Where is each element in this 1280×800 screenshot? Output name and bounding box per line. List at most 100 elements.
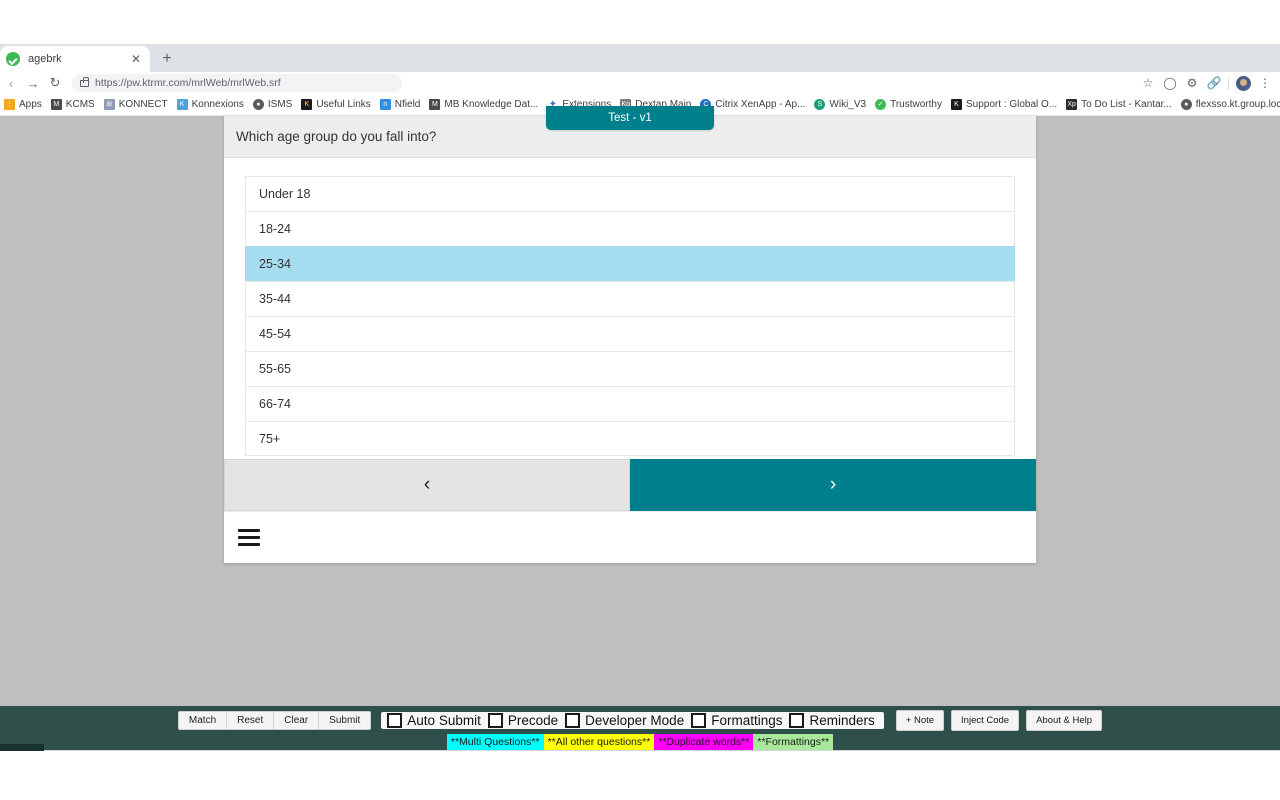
bookmark-item[interactable]: C Citrix XenApp - Ap...: [700, 99, 805, 110]
survey-header: Test - v1 Which age group do you fall in…: [224, 106, 1036, 158]
bookmark-label: To Do List - Kantar...: [1081, 99, 1172, 110]
bookmark-item[interactable]: n Nfield: [379, 99, 420, 110]
option-row[interactable]: Under 18: [245, 176, 1015, 211]
avatar[interactable]: [1232, 72, 1254, 94]
checkbox-box[interactable]: [691, 712, 707, 728]
checkbox-auto-submit[interactable]: Auto Submit: [385, 712, 486, 728]
checkbox-box[interactable]: [387, 712, 403, 728]
browser-tab[interactable]: agebrk ✕: [0, 46, 150, 72]
options-list: Under 18 18-24 25-34 35-44 45-54 55-65 6…: [224, 158, 1036, 456]
reload-button[interactable]: ↻: [44, 72, 66, 94]
gear-icon[interactable]: ⚙: [1181, 72, 1203, 94]
star-icon[interactable]: ☆: [1137, 72, 1159, 94]
omnibox-actions: ☆ ◯ ⚙ 🔗 ⋮: [1137, 72, 1280, 94]
bookmark-label: Konnexions: [191, 99, 244, 110]
checkbox-reminders[interactable]: Reminders: [787, 712, 879, 728]
question-text: Which age group do you fall into?: [236, 129, 437, 144]
tab-strip: agebrk ✕ + ✕: [0, 44, 1280, 109]
option-row[interactable]: 75+: [245, 421, 1015, 456]
hamburger-bar: [238, 542, 260, 546]
option-row-selected[interactable]: 25-34: [245, 246, 1015, 281]
browser-menu-icon[interactable]: ⋮: [1254, 72, 1276, 94]
checkbox-label: Developer Mode: [585, 712, 685, 728]
bookmark-item[interactable]: ⊞ KONNECT: [103, 99, 168, 110]
bookmark-icon: ⋮: [4, 99, 15, 110]
legend-formattings: **Formattings**: [753, 734, 834, 750]
bookmark-item[interactable]: ⋮ Apps: [4, 99, 42, 110]
bookmark-label: ISMS: [267, 99, 293, 110]
bookmark-icon: Xp: [1066, 99, 1078, 110]
legend-multi-questions: **Multi Questions**: [446, 734, 544, 750]
option-label: 75+: [259, 431, 281, 446]
bookmark-item[interactable]: ✓ Trustworthy: [875, 99, 942, 110]
legend-all-other-questions: **All other questions**: [543, 734, 655, 750]
bookmark-icon: K: [301, 99, 313, 110]
about-and-help-button[interactable]: About & Help: [1026, 709, 1103, 731]
submit-button[interactable]: Submit: [319, 711, 371, 729]
option-row[interactable]: 55-65: [245, 351, 1015, 386]
checkbox-group: Auto Submit Precode Developer Mode Forma…: [381, 711, 884, 729]
bookmark-label: KCMS: [65, 99, 95, 110]
clear-button[interactable]: Clear: [274, 711, 320, 729]
option-label: 55-65: [259, 362, 291, 376]
avatar-icon: [1235, 75, 1251, 91]
match-button[interactable]: Match: [178, 711, 228, 729]
bookmark-icon: ✓: [875, 99, 887, 110]
checkbox-box[interactable]: [565, 712, 581, 728]
legend-duplicate-words: **Duplicate words**: [654, 734, 754, 750]
bookmark-item[interactable]: S Wiki_V3: [814, 99, 866, 110]
checkbox-box[interactable]: [487, 712, 503, 728]
tab-close-icon[interactable]: ✕: [128, 51, 144, 67]
inject-code-button[interactable]: Inject Code: [951, 709, 1020, 731]
bookmark-label: Trustworthy: [890, 99, 942, 110]
bookmark-icon: ●: [252, 99, 264, 110]
bookmark-icon: K: [176, 99, 188, 110]
hamburger-bar: [238, 529, 260, 533]
lock-icon: [80, 76, 89, 87]
hamburger-menu-icon[interactable]: [238, 529, 260, 546]
survey-card: Test - v1 Which age group do you fall in…: [224, 106, 1036, 563]
option-label: 18-24: [259, 222, 291, 236]
bookmark-icon: K: [950, 99, 962, 110]
bookmark-icon: M: [50, 99, 62, 110]
address-bar[interactable]: https://pw.ktrmr.com/mrlWeb/mrlWeb.srf: [72, 74, 402, 92]
bookmark-label: Apps: [19, 99, 42, 110]
circle-icon[interactable]: ◯: [1159, 72, 1181, 94]
bookmark-icon: ●: [1180, 99, 1192, 110]
checkbox-formattings[interactable]: Formattings: [689, 712, 787, 728]
option-row[interactable]: 66-74: [245, 386, 1015, 421]
option-row[interactable]: 18-24: [245, 211, 1015, 246]
reset-button[interactable]: Reset: [227, 711, 275, 729]
option-label: 66-74: [259, 397, 291, 411]
bookmark-item[interactable]: M MB Knowledge Dat...: [429, 99, 538, 110]
tab-favicon-icon: [6, 52, 20, 66]
bookmark-item[interactable]: M KCMS: [50, 99, 95, 110]
bookmark-item[interactable]: ● flexsso.kt.group.loc...: [1180, 99, 1280, 110]
omnibox-row: ‹ → ↻ https://pw.ktrmr.com/mrlWeb/mrlWeb…: [0, 72, 1280, 94]
add-note-button[interactable]: + Note: [895, 709, 945, 731]
previous-button[interactable]: ‹: [224, 459, 630, 511]
bookmark-item[interactable]: K Useful Links: [301, 99, 371, 110]
option-row[interactable]: 35-44: [245, 281, 1015, 316]
extension-icon[interactable]: 🔗: [1203, 72, 1225, 94]
bookmark-item[interactable]: K Konnexions: [176, 99, 244, 110]
bookmark-item[interactable]: K Support : Global O...: [950, 99, 1057, 110]
checkbox-precode[interactable]: Precode: [486, 712, 563, 728]
checkbox-box[interactable]: [789, 712, 805, 728]
back-button[interactable]: ‹: [0, 72, 22, 94]
new-tab-button[interactable]: +: [156, 48, 178, 70]
bookmark-item[interactable]: ● ISMS: [252, 99, 293, 110]
checkbox-developer-mode[interactable]: Developer Mode: [563, 712, 689, 728]
checkbox-label: Reminders: [809, 712, 875, 728]
bookmark-label: flexsso.kt.group.loc...: [1195, 99, 1280, 110]
toolbar-handle[interactable]: [0, 744, 44, 751]
next-button[interactable]: ›: [630, 459, 1036, 511]
page-viewport: Test - v1 Which age group do you fall in…: [0, 106, 1280, 706]
page-bottom-area: [0, 750, 1280, 800]
bookmark-label: Wiki_V3: [829, 99, 867, 110]
forward-button[interactable]: →: [22, 72, 44, 94]
option-row[interactable]: 45-54: [245, 316, 1015, 351]
tab-title: agebrk: [28, 53, 62, 65]
bookmark-item[interactable]: Xp To Do List - Kantar...: [1066, 99, 1172, 110]
action-button-group: Match Reset Clear Submit: [177, 710, 372, 730]
